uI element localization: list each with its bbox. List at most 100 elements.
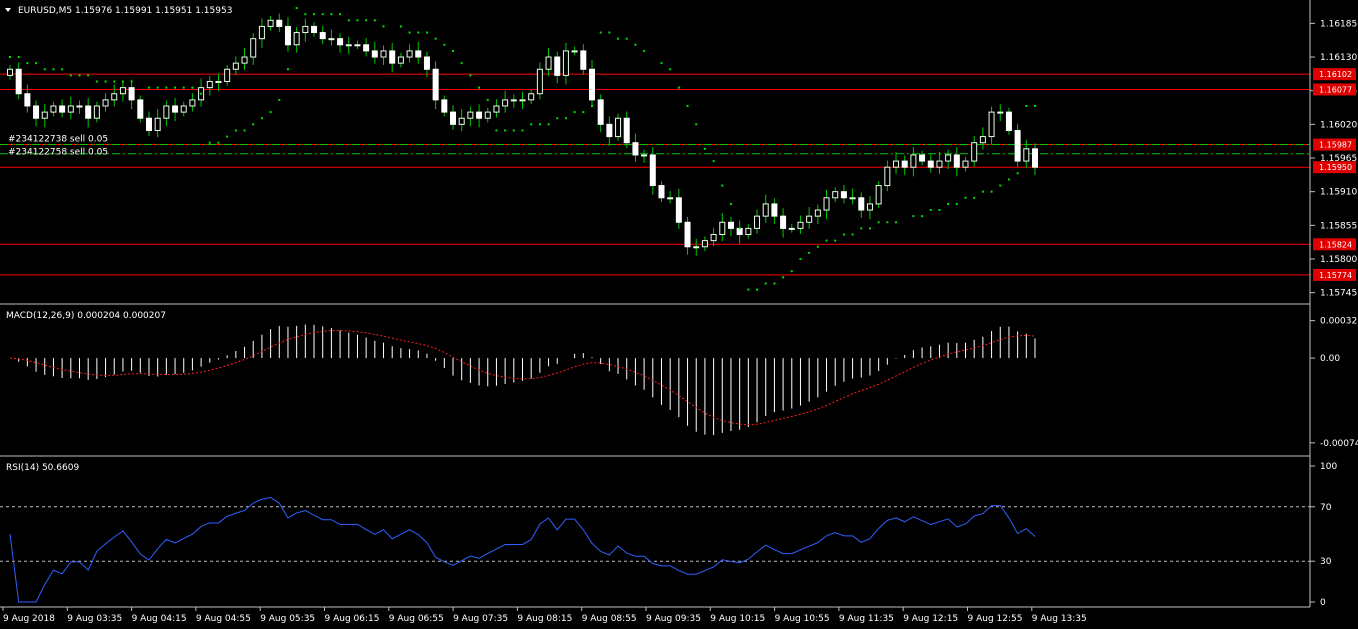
sar-dot: [217, 141, 220, 144]
sar-dot: [773, 282, 776, 285]
sar-dot: [373, 19, 376, 22]
sar-dot: [243, 129, 246, 132]
sar-dot: [573, 111, 576, 114]
sar-dot: [200, 92, 203, 95]
sar-dot: [999, 184, 1002, 187]
sar-dot: [104, 80, 107, 83]
sar-dot: [617, 37, 620, 40]
sar-dot: [269, 111, 272, 114]
sar-dot: [512, 129, 515, 132]
time-tick-label: 9 Aug 04:15: [132, 614, 187, 624]
candle: [267, 19, 274, 27]
sar-dot: [61, 68, 64, 71]
price-tag-label: 1.15824: [1319, 240, 1352, 249]
price-scale[interactable]: 1.161851.161301.160751.160201.159651.159…: [1310, 19, 1357, 299]
sar-dot: [69, 74, 72, 77]
sar-dot: [660, 62, 663, 65]
candle: [311, 25, 318, 34]
sar-dot: [721, 184, 724, 187]
sar-dot: [252, 123, 255, 126]
sar-dot: [669, 68, 672, 71]
candle: [93, 105, 100, 119]
candle: [137, 99, 144, 119]
candle: [545, 56, 552, 70]
sar-dot: [1025, 104, 1028, 107]
time-tick-label: 9 Aug 03:35: [67, 614, 122, 624]
sar-dot: [634, 43, 637, 46]
price-tag-label: 1.15774: [1319, 271, 1352, 280]
sar-dot: [226, 135, 229, 138]
sar-dot: [9, 56, 11, 59]
candle: [354, 44, 361, 47]
rsi-pane[interactable]: RSI(14) 50.6609: [0, 463, 1310, 603]
macd-title: MACD(12,26,9) 0.000204 0.000207: [6, 311, 166, 321]
candle: [727, 221, 734, 229]
candle: [337, 38, 344, 46]
candle: [7, 68, 13, 76]
candle: [24, 93, 31, 107]
candle: [979, 136, 986, 144]
candle: [823, 197, 830, 211]
sar-dot: [973, 196, 976, 199]
price-tick-label: 1.15910: [1320, 188, 1357, 198]
time-tick-label: 9 Aug 11:35: [839, 614, 894, 624]
candle: [450, 111, 457, 125]
rsi-scale: 100 70 30 0: [1310, 462, 1337, 608]
sar-dot: [460, 62, 463, 65]
macd-scale: 0.000327 0.00 -0.00074: [1310, 317, 1358, 449]
time-tick-label: 9 Aug 13:35: [1032, 614, 1087, 624]
candle: [1023, 148, 1030, 162]
candle: [328, 38, 335, 41]
trading-chart[interactable]: #234122738 sell 0.05 #234122758 sell 0.05…: [0, 0, 1358, 629]
sar-dot: [756, 288, 759, 291]
sar-dot: [478, 86, 481, 89]
candle: [519, 99, 526, 102]
candle: [788, 227, 795, 230]
sar-dot: [26, 62, 29, 65]
sar-dot: [738, 227, 741, 230]
time-scale[interactable]: 9 Aug 2018 9 Aug 03:35 9 Aug 04:15 9 Aug 04…: [2, 607, 1087, 624]
candle: [423, 56, 430, 70]
sar-dot: [35, 62, 38, 65]
candle: [154, 117, 161, 131]
price-tick-label: 1.16130: [1320, 53, 1357, 63]
sar-dot: [486, 98, 489, 101]
sar-dot: [981, 190, 984, 193]
sar-dot: [130, 80, 133, 83]
macd-pane[interactable]: MACD(12,26,9) 0.000204 0.000207: [6, 311, 1036, 436]
sar-dot: [1034, 104, 1036, 107]
price-tag-label: 1.15987: [1319, 141, 1352, 150]
candle: [858, 197, 865, 211]
macd-tick-label: 0.000327: [1320, 317, 1358, 327]
sar-dot: [147, 86, 150, 89]
sar-dot: [729, 202, 732, 205]
candle: [302, 25, 309, 34]
order-label: #234122738 sell 0.05: [8, 135, 108, 145]
sar-dot: [590, 104, 593, 107]
candle: [319, 32, 326, 40]
candle: [745, 227, 752, 236]
sar-dot: [191, 86, 194, 89]
price-tag-label: 1.16102: [1319, 70, 1352, 79]
candle: [875, 185, 882, 205]
sar-dot: [538, 123, 541, 126]
sar-dot: [52, 68, 55, 71]
macd-tick-label: 0.00: [1320, 354, 1340, 364]
main-price-pane[interactable]: #234122738 sell 0.05 #234122758 sell 0.05…: [0, 0, 1310, 303]
price-tick-label: 1.16185: [1320, 19, 1357, 29]
candle: [936, 160, 943, 168]
candle: [971, 142, 978, 162]
sar-dot: [78, 74, 81, 77]
time-tick-label: 9 Aug 06:15: [325, 614, 380, 624]
rsi-line: [9, 496, 1036, 603]
candle: [458, 117, 465, 125]
sar-dot: [608, 31, 611, 34]
sar-dot: [964, 196, 967, 199]
sar-dot: [356, 19, 359, 22]
sar-dot: [921, 215, 924, 218]
candle: [484, 111, 491, 119]
sar-dot: [174, 86, 177, 89]
sar-dot: [1007, 178, 1010, 181]
sar-dot: [365, 19, 368, 22]
candle: [441, 99, 448, 113]
